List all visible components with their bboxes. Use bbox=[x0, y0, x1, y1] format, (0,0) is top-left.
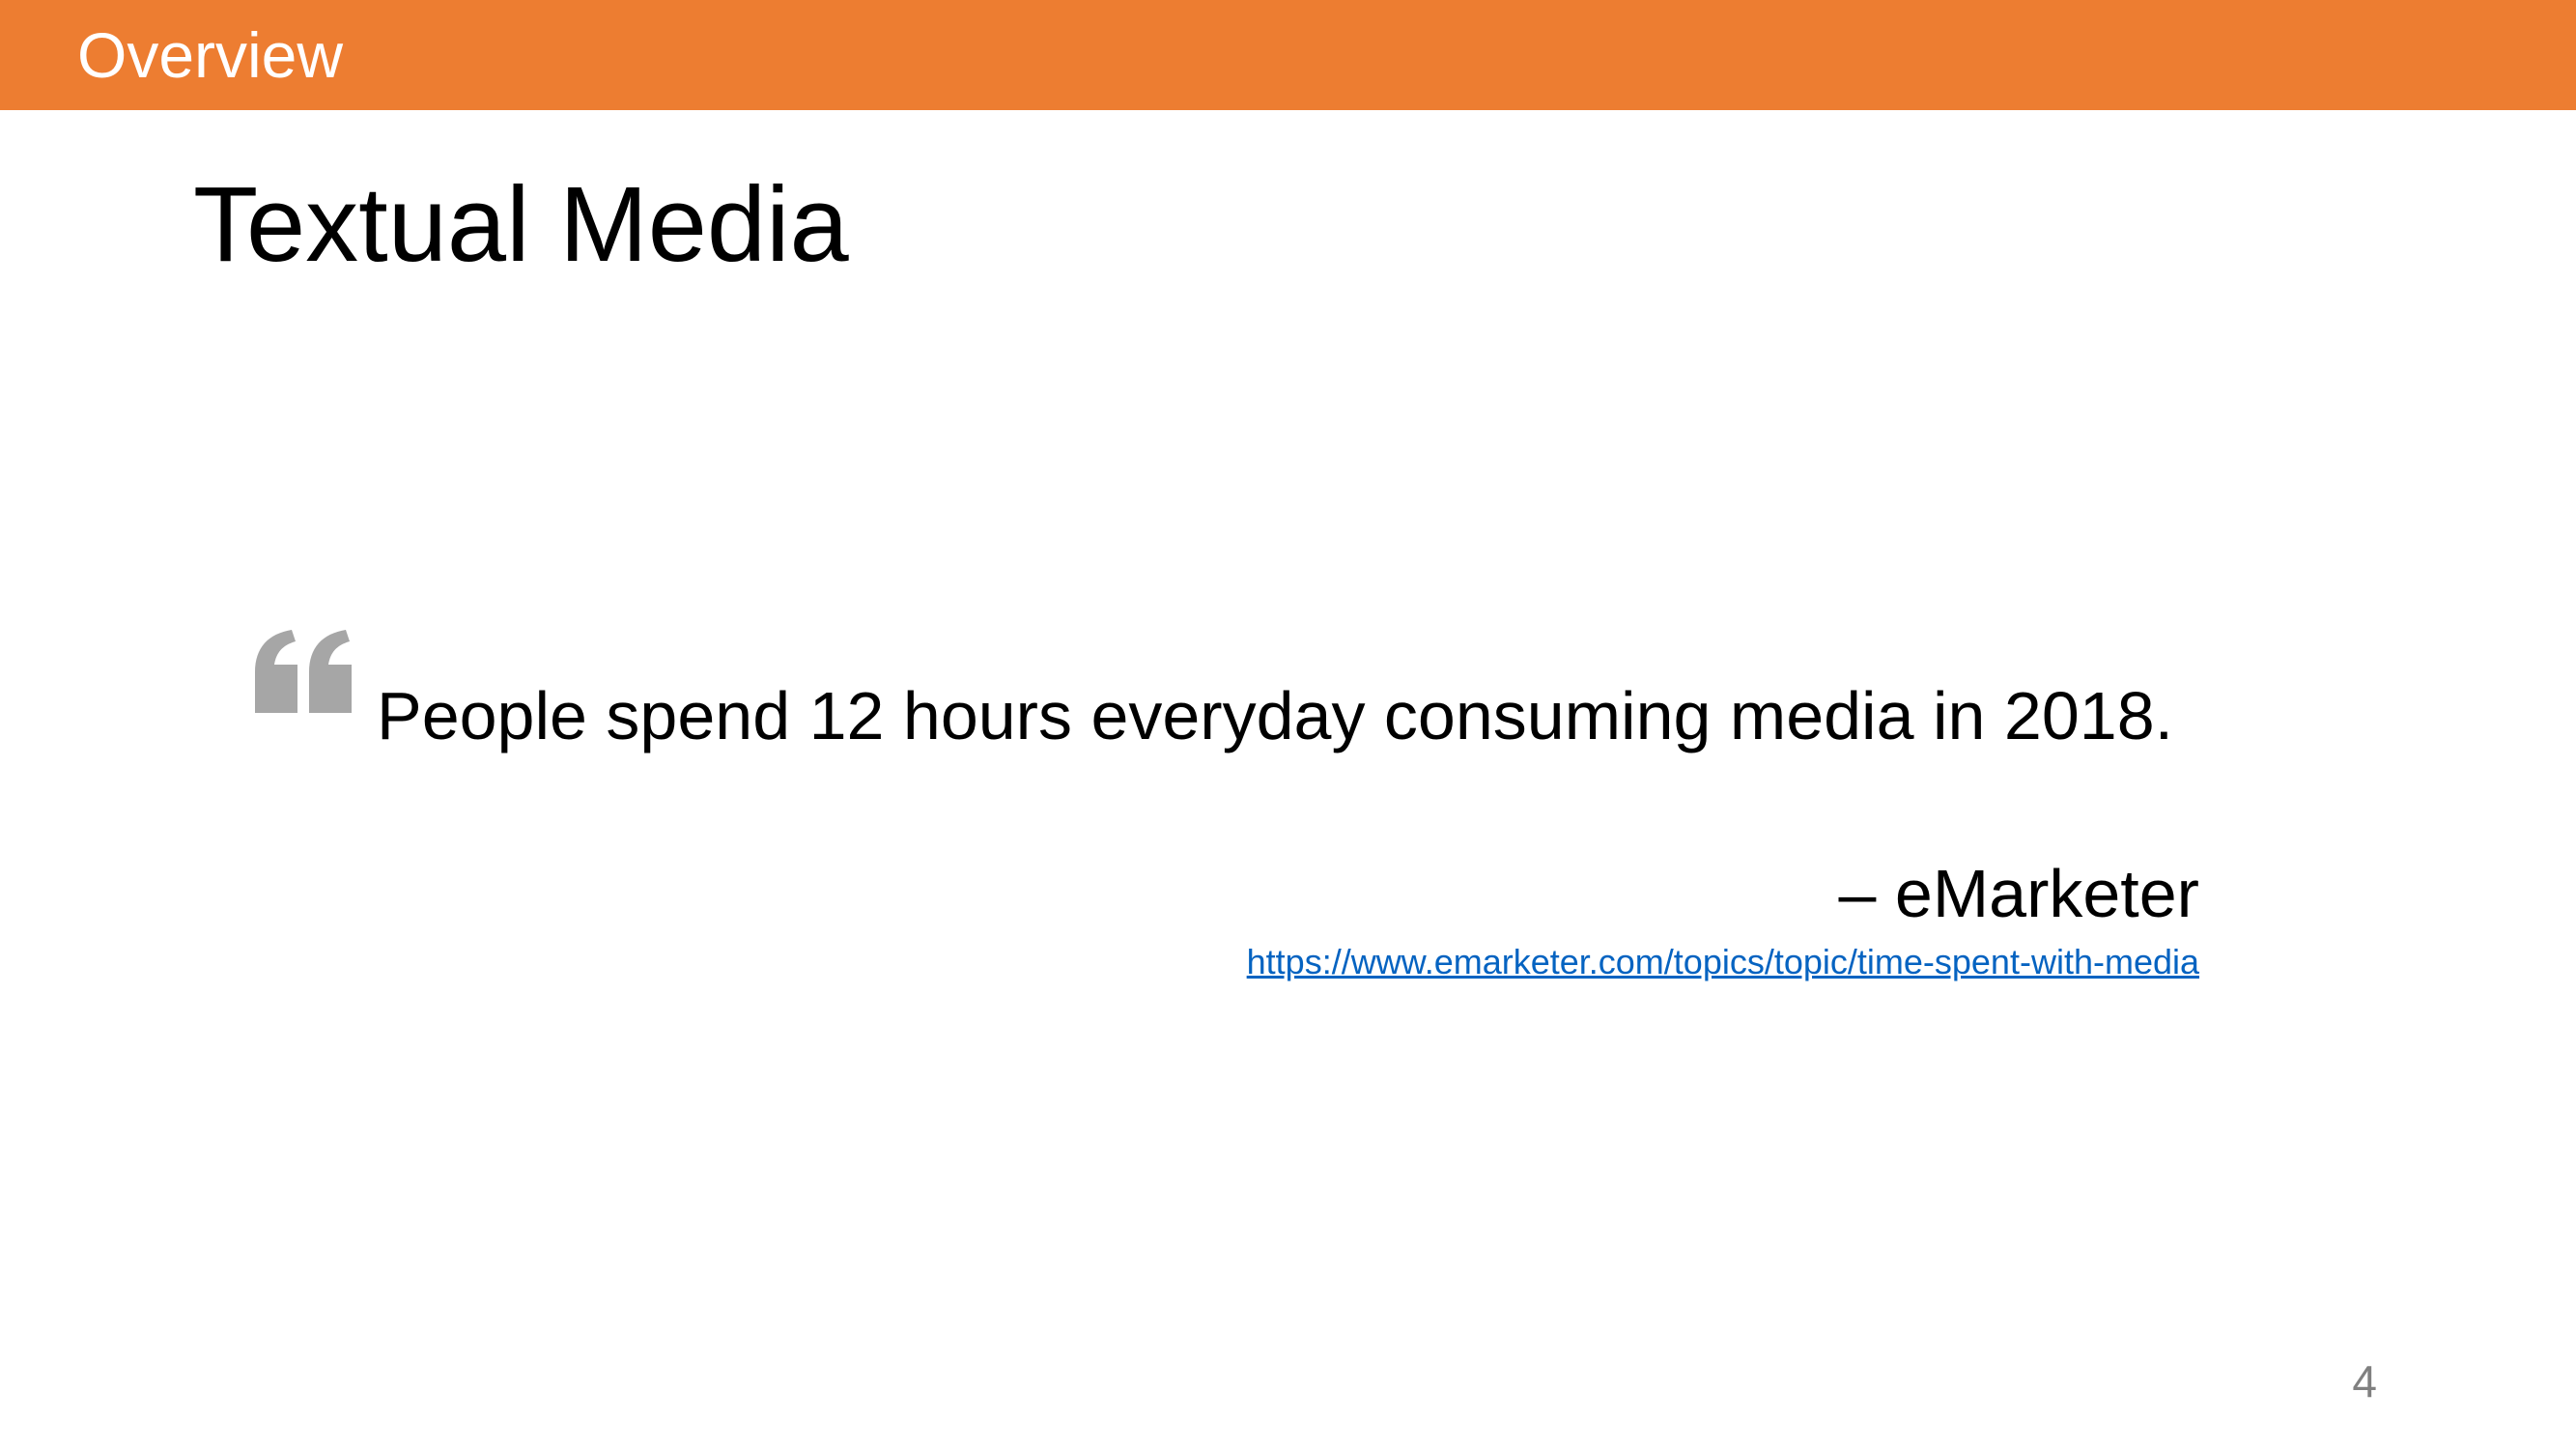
slide-title: Textual Media bbox=[193, 165, 849, 284]
quote-text: People spend 12 hours everyday consuming… bbox=[377, 678, 2174, 753]
quote-marks-icon bbox=[255, 630, 352, 713]
page-number: 4 bbox=[2352, 1356, 2377, 1406]
header-bar: Overview bbox=[0, 0, 2576, 110]
source-link[interactable]: https://www.emarketer.com/topics/topic/t… bbox=[1247, 939, 2199, 985]
section-label: Overview bbox=[77, 19, 344, 91]
quote-attribution: – eMarketer bbox=[1838, 856, 2199, 931]
